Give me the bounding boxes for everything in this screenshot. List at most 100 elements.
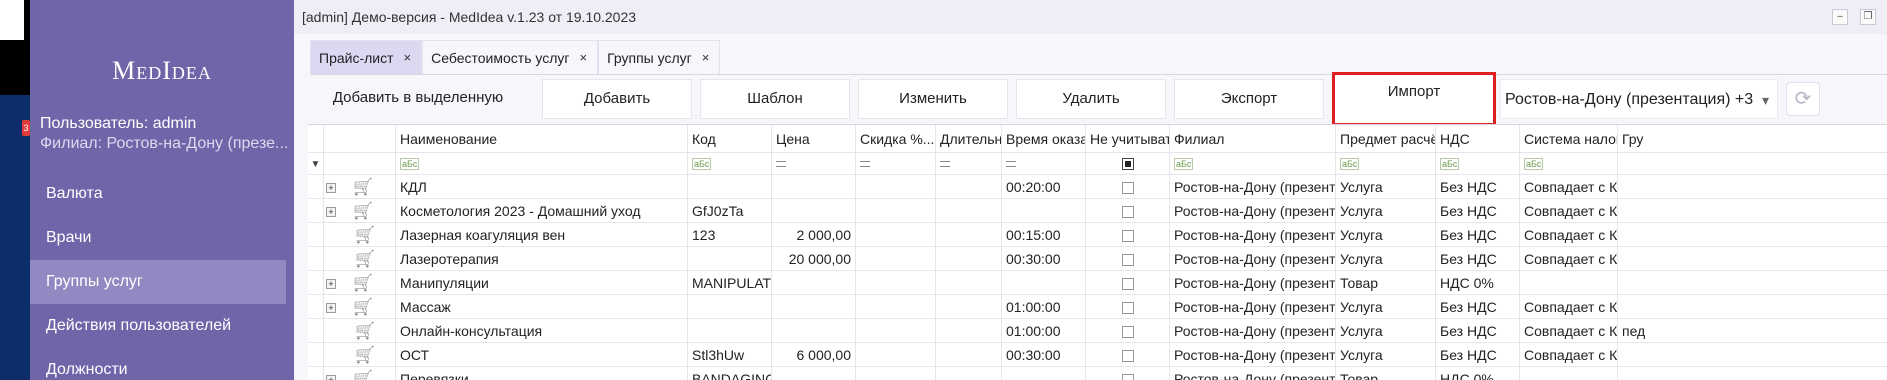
exclude-checkbox[interactable] [1121, 326, 1134, 339]
table-row[interactable]: +🛒Массаж01:00:00Ростов-на-Дону (презента… [308, 295, 1887, 319]
table-row[interactable]: +🛒ПеревязкиBANDAGINGРостов-на-Дону (през… [308, 367, 1887, 380]
cell-branch: Ростов-на-Дону (презентац... [1170, 343, 1336, 367]
cell-service-time [1002, 199, 1086, 223]
column-header-code[interactable]: Код [688, 125, 772, 153]
cell-group: пед [1622, 323, 1646, 339]
filter-code[interactable]: аБс [688, 153, 772, 175]
expand-icon[interactable]: + [326, 303, 336, 314]
tab-service-cost[interactable]: Себестоимость услуг × [422, 40, 599, 75]
exclude-checkbox[interactable] [1121, 374, 1134, 380]
user-name: Пользователь: admin [40, 115, 197, 132]
filter-icon[interactable]: ▼ [308, 153, 324, 175]
expand-icon[interactable]: + [326, 183, 336, 194]
table-row[interactable]: +🛒МанипуляцииMANIPULATI...Ростов-на-Дону… [308, 271, 1887, 295]
expand-icon[interactable]: + [326, 375, 336, 380]
exclude-checkbox[interactable] [1121, 206, 1134, 219]
exclude-checkbox[interactable] [1121, 278, 1134, 291]
sidebar-item-currency[interactable]: Валюта [30, 172, 294, 216]
sidebar-item-positions[interactable]: Должности [30, 348, 294, 380]
table-row[interactable]: 🛒 Онлайн-консультация 01:00:00 Ростов-на-До… [308, 319, 1887, 343]
expand-icon[interactable]: + [326, 279, 336, 290]
column-header-service-time[interactable]: Время оказа... [1002, 125, 1086, 153]
cell-tax-system: Совпадает с ККТ [1520, 223, 1618, 247]
refresh-button[interactable]: ⟳ [1786, 82, 1820, 116]
cell-exclude [1086, 223, 1170, 247]
column-header-tax-system[interactable]: Система налого... [1520, 125, 1618, 153]
add-to-selected-button[interactable]: Добавить в выделенную позицию [304, 79, 532, 144]
cell-tax-system [1520, 367, 1618, 380]
restore-button[interactable]: ❐ [1860, 9, 1876, 25]
row-icons: +🛒 [324, 367, 396, 380]
filter-service-time[interactable] [1002, 153, 1086, 175]
cart-icon[interactable]: 🛒 [352, 296, 374, 319]
close-icon[interactable]: × [404, 41, 412, 75]
column-header-branch[interactable]: Филиал [1170, 125, 1336, 153]
cart-icon[interactable]: 🛒 [354, 320, 376, 343]
sidebar-item-service-groups[interactable]: Группы услуг [30, 260, 286, 304]
exclude-checkbox[interactable] [1121, 254, 1134, 267]
filter-payment-subject[interactable]: аБс [1336, 153, 1436, 175]
sidebar-item-user-actions[interactable]: Действия пользователей [30, 304, 294, 348]
sidebar-nav: Валюта Врачи Группы услуг Действия польз… [30, 172, 294, 380]
cell-vat: Без НДС [1436, 175, 1520, 199]
branch-select[interactable]: Ростов-на-Дону (презентация) +3 ▾ [1500, 79, 1778, 119]
cart-icon[interactable]: 🛒 [354, 248, 376, 271]
expand-icon[interactable]: + [326, 207, 336, 218]
cart-icon[interactable]: 🛒 [352, 176, 374, 199]
column-header-price[interactable]: Цена [772, 125, 856, 153]
import-button[interactable]: Импорт [1332, 72, 1496, 126]
exclude-checkbox[interactable] [1121, 182, 1134, 195]
column-header-vat[interactable]: НДС [1436, 125, 1520, 153]
column-header-payment-subject[interactable]: Предмет расчёта [1336, 125, 1436, 153]
table-row[interactable]: + 🛒 Косметология 2023 - Домашний уход GfJ0z… [308, 199, 1887, 223]
edit-button[interactable]: Изменить [858, 79, 1008, 119]
filter-branch[interactable]: аБс [1170, 153, 1336, 175]
close-icon[interactable]: × [580, 41, 588, 75]
table-row[interactable]: +🛒КДЛ00:20:00Ростов-на-Дону (презентац..… [308, 175, 1887, 199]
cell-vat: НДС 0% [1436, 271, 1520, 295]
cart-icon[interactable]: 🛒 [352, 368, 374, 380]
exclude-checkbox[interactable] [1121, 302, 1134, 315]
cell-discount [856, 199, 936, 223]
table-row[interactable]: 🛒 Лазерная коагуляция вен 123 2 000,00 00:15… [308, 223, 1887, 247]
filter-price[interactable] [772, 153, 856, 175]
filter-tax-system[interactable]: аБс [1520, 153, 1618, 175]
cell-price [772, 295, 856, 319]
cart-icon[interactable]: 🛒 [354, 344, 376, 367]
column-header-name[interactable]: Наименование [396, 125, 688, 153]
add-button[interactable]: Добавить [542, 79, 692, 119]
cell-duration [936, 319, 1002, 343]
column-header-duration[interactable]: Длительн... [936, 125, 1002, 153]
table-row[interactable]: 🛒 ОСТ Stl3hUw 6 000,00 00:30:00 Ростов-на-Дон… [308, 343, 1887, 367]
cell-name: Перевязки [396, 367, 688, 380]
delete-button[interactable]: Удалить [1016, 79, 1166, 119]
row-gutter [308, 223, 324, 247]
row-icons: +🛒 [324, 199, 396, 223]
tab-price-list[interactable]: Прайс-лист × [310, 40, 423, 75]
column-header-exclude[interactable]: Не учитыват... [1086, 125, 1170, 153]
row-icons: 🛒 [324, 223, 396, 247]
close-icon[interactable]: × [702, 41, 710, 75]
exclude-checkbox[interactable] [1121, 350, 1134, 363]
exclude-checkbox[interactable] [1121, 230, 1134, 243]
filter-name[interactable]: аБс [396, 153, 688, 175]
cart-icon[interactable]: 🛒 [352, 272, 374, 295]
sidebar-item-doctors[interactable]: Врачи [30, 216, 294, 260]
column-header-group[interactable]: Гру [1618, 125, 1887, 153]
tab-service-groups[interactable]: Группы услуг × [598, 40, 721, 75]
table-row[interactable]: 🛒 Лазеротерапия 20 000,00 00:30:00 Ростов-на… [308, 247, 1887, 271]
cart-icon[interactable]: 🛒 [354, 224, 376, 247]
column-header-discount[interactable]: Скидка %... [856, 125, 936, 153]
cell-branch: Ростов-на-Дону (презентац... [1170, 247, 1336, 271]
minimize-button[interactable]: – [1832, 9, 1848, 25]
filter-group[interactable] [1618, 153, 1887, 175]
export-button[interactable]: Экспорт [1174, 79, 1324, 119]
filter-exclude[interactable] [1086, 153, 1170, 175]
filter-discount[interactable] [856, 153, 936, 175]
template-button[interactable]: Шаблон [700, 79, 850, 119]
filter-vat[interactable]: аБс [1436, 153, 1520, 175]
cart-icon[interactable]: 🛒 [352, 200, 374, 223]
chevron-down-icon: ▾ [1761, 92, 1769, 108]
cell-group [1618, 367, 1887, 380]
filter-duration[interactable] [936, 153, 1002, 175]
